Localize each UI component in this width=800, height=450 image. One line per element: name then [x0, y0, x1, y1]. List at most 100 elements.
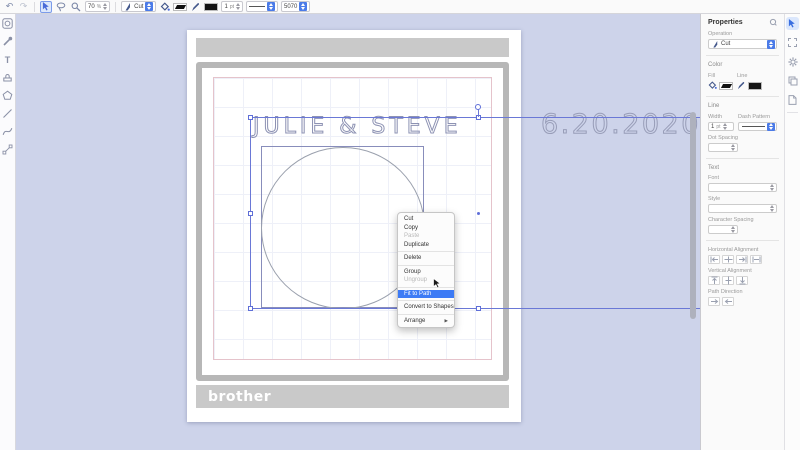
path-direction-reverse-button[interactable]	[722, 297, 734, 306]
pin-panel-icon[interactable]	[769, 18, 777, 26]
select-tool-button[interactable]	[40, 1, 52, 13]
pages-tab-button[interactable]	[786, 93, 799, 106]
text-tool[interactable]: T	[2, 54, 14, 65]
line-width-stepper[interactable]	[723, 123, 727, 130]
path-reverse-icon	[724, 298, 733, 305]
rotation-handle[interactable]	[475, 104, 481, 110]
align-bottom-button[interactable]	[736, 276, 748, 285]
operation-dropdown-button[interactable]	[145, 2, 153, 11]
cut-blade-icon	[124, 2, 132, 11]
settings-tab-button[interactable]	[786, 55, 799, 68]
node-edit-tool[interactable]	[2, 144, 14, 155]
menu-item-cut[interactable]: Cut	[398, 215, 454, 224]
fill-color-preview	[175, 5, 186, 9]
polygon-tool[interactable]	[2, 90, 14, 101]
selection-handle-bottom-center[interactable]	[476, 306, 481, 311]
align-left-button[interactable]	[708, 255, 720, 264]
dash-pattern-select[interactable]	[738, 122, 777, 131]
align-center-h-icon	[724, 256, 733, 263]
operation-select-button[interactable]	[767, 40, 775, 49]
line-color-swatch[interactable]	[748, 82, 762, 90]
panel-divider	[706, 96, 779, 97]
zoom-tool-button[interactable]	[70, 1, 82, 13]
panel-title: Properties	[708, 19, 743, 26]
character-spacing-label: Character Spacing	[708, 217, 777, 223]
menu-item-arrange[interactable]: Arrange▶	[398, 317, 454, 326]
dash-pattern-dropdown[interactable]	[246, 1, 278, 12]
style-select-stepper[interactable]	[770, 205, 774, 212]
fill-color-swatch[interactable]	[719, 82, 733, 90]
align-top-button[interactable]	[708, 276, 720, 285]
align-middle-v-button[interactable]	[722, 276, 734, 285]
character-spacing-field[interactable]	[708, 225, 738, 234]
font-dropdown-button[interactable]	[299, 2, 307, 11]
pen-icon[interactable]	[190, 1, 201, 12]
line-width-unit: pt	[230, 4, 234, 10]
menu-item-ungroup[interactable]: Ungroup	[398, 276, 454, 285]
line-width-field[interactable]: 1 pt	[708, 122, 734, 131]
resize-tab-button[interactable]	[786, 36, 799, 49]
align-right-button[interactable]	[736, 255, 748, 264]
design-date-text[interactable]: 6.20.2020	[541, 109, 700, 140]
style-select[interactable]	[708, 204, 777, 213]
fill-color-swatch[interactable]	[173, 3, 187, 11]
menu-item-paste[interactable]: Paste	[398, 232, 454, 241]
dash-pattern-label: Dash Pattern	[738, 114, 777, 120]
gear-icon	[788, 57, 798, 67]
menu-item-fit-to-path[interactable]: Fit to Path	[398, 290, 454, 299]
font-select[interactable]	[708, 183, 777, 192]
operation-dropdown[interactable]: Cut	[121, 1, 156, 12]
undo-icon[interactable]: ↶	[4, 1, 15, 12]
align-center-h-button[interactable]	[722, 255, 734, 264]
zoom-unit: %	[97, 4, 101, 10]
mat-top-band	[196, 38, 509, 57]
select-object-tool[interactable]	[2, 18, 14, 29]
selection-handle-top-left[interactable]	[248, 115, 253, 120]
line-tool[interactable]	[2, 108, 14, 119]
submenu-arrow-icon: ▶	[445, 318, 448, 325]
menu-item-copy[interactable]: Copy	[398, 224, 454, 233]
operation-select[interactable]: Cut	[708, 39, 777, 49]
dash-pattern-select-button[interactable]	[767, 123, 775, 131]
dot-spacing-field[interactable]	[708, 143, 738, 152]
zoom-stepper[interactable]	[103, 3, 107, 10]
dash-pattern-dropdown-button[interactable]	[267, 2, 275, 11]
line-color-swatch[interactable]	[204, 3, 218, 11]
menu-item-delete[interactable]: Delete	[398, 254, 454, 263]
menu-separator	[398, 300, 454, 301]
dash-pattern-preview	[742, 126, 765, 127]
curve-tool[interactable]	[2, 126, 14, 137]
line-width-value: 1	[711, 124, 714, 130]
menu-separator	[398, 314, 454, 315]
align-justify-h-button[interactable]	[750, 255, 762, 264]
eyedropper-tool[interactable]	[2, 36, 14, 47]
align-right-icon	[738, 256, 747, 263]
properties-cursor-icon	[788, 19, 797, 28]
top-toolbar: ↶ ↷ 70 % Cut 1 pt 5070	[0, 0, 800, 14]
font-select-stepper[interactable]	[770, 184, 774, 191]
fill-bucket-icon[interactable]	[159, 1, 170, 12]
menu-item-group[interactable]: Group	[398, 268, 454, 277]
selection-handle-mid-left[interactable]	[248, 211, 253, 216]
lasso-tool-button[interactable]	[55, 1, 67, 13]
line-width-stepper[interactable]	[236, 3, 240, 10]
font-dropdown[interactable]: 5070	[281, 1, 310, 12]
path-direction-forward-button[interactable]	[708, 297, 720, 306]
marquee-icon	[788, 38, 797, 47]
selection-top-edge	[250, 117, 700, 118]
selection-handle-bottom-left[interactable]	[248, 306, 253, 311]
line-width-field[interactable]: 1 pt	[221, 1, 243, 12]
character-spacing-stepper[interactable]	[731, 226, 735, 233]
canvas-viewport[interactable]: brother JULIE & STEVE 6.20.2020 Cut Copy…	[16, 14, 700, 450]
layers-tab-button[interactable]	[786, 74, 799, 87]
zoom-level-field[interactable]: 70 %	[85, 1, 110, 12]
vertical-scrollbar-thumb[interactable]	[690, 112, 696, 319]
stamp-tool[interactable]	[2, 72, 14, 83]
properties-tab-button[interactable]	[786, 17, 799, 30]
toolbar-separator	[34, 2, 35, 12]
stamp-icon	[2, 72, 13, 83]
menu-item-convert-to-shapes[interactable]: Convert to Shapes	[398, 303, 454, 312]
redo-icon[interactable]: ↷	[18, 1, 29, 12]
dot-spacing-stepper[interactable]	[731, 144, 735, 151]
menu-item-duplicate[interactable]: Duplicate	[398, 241, 454, 250]
